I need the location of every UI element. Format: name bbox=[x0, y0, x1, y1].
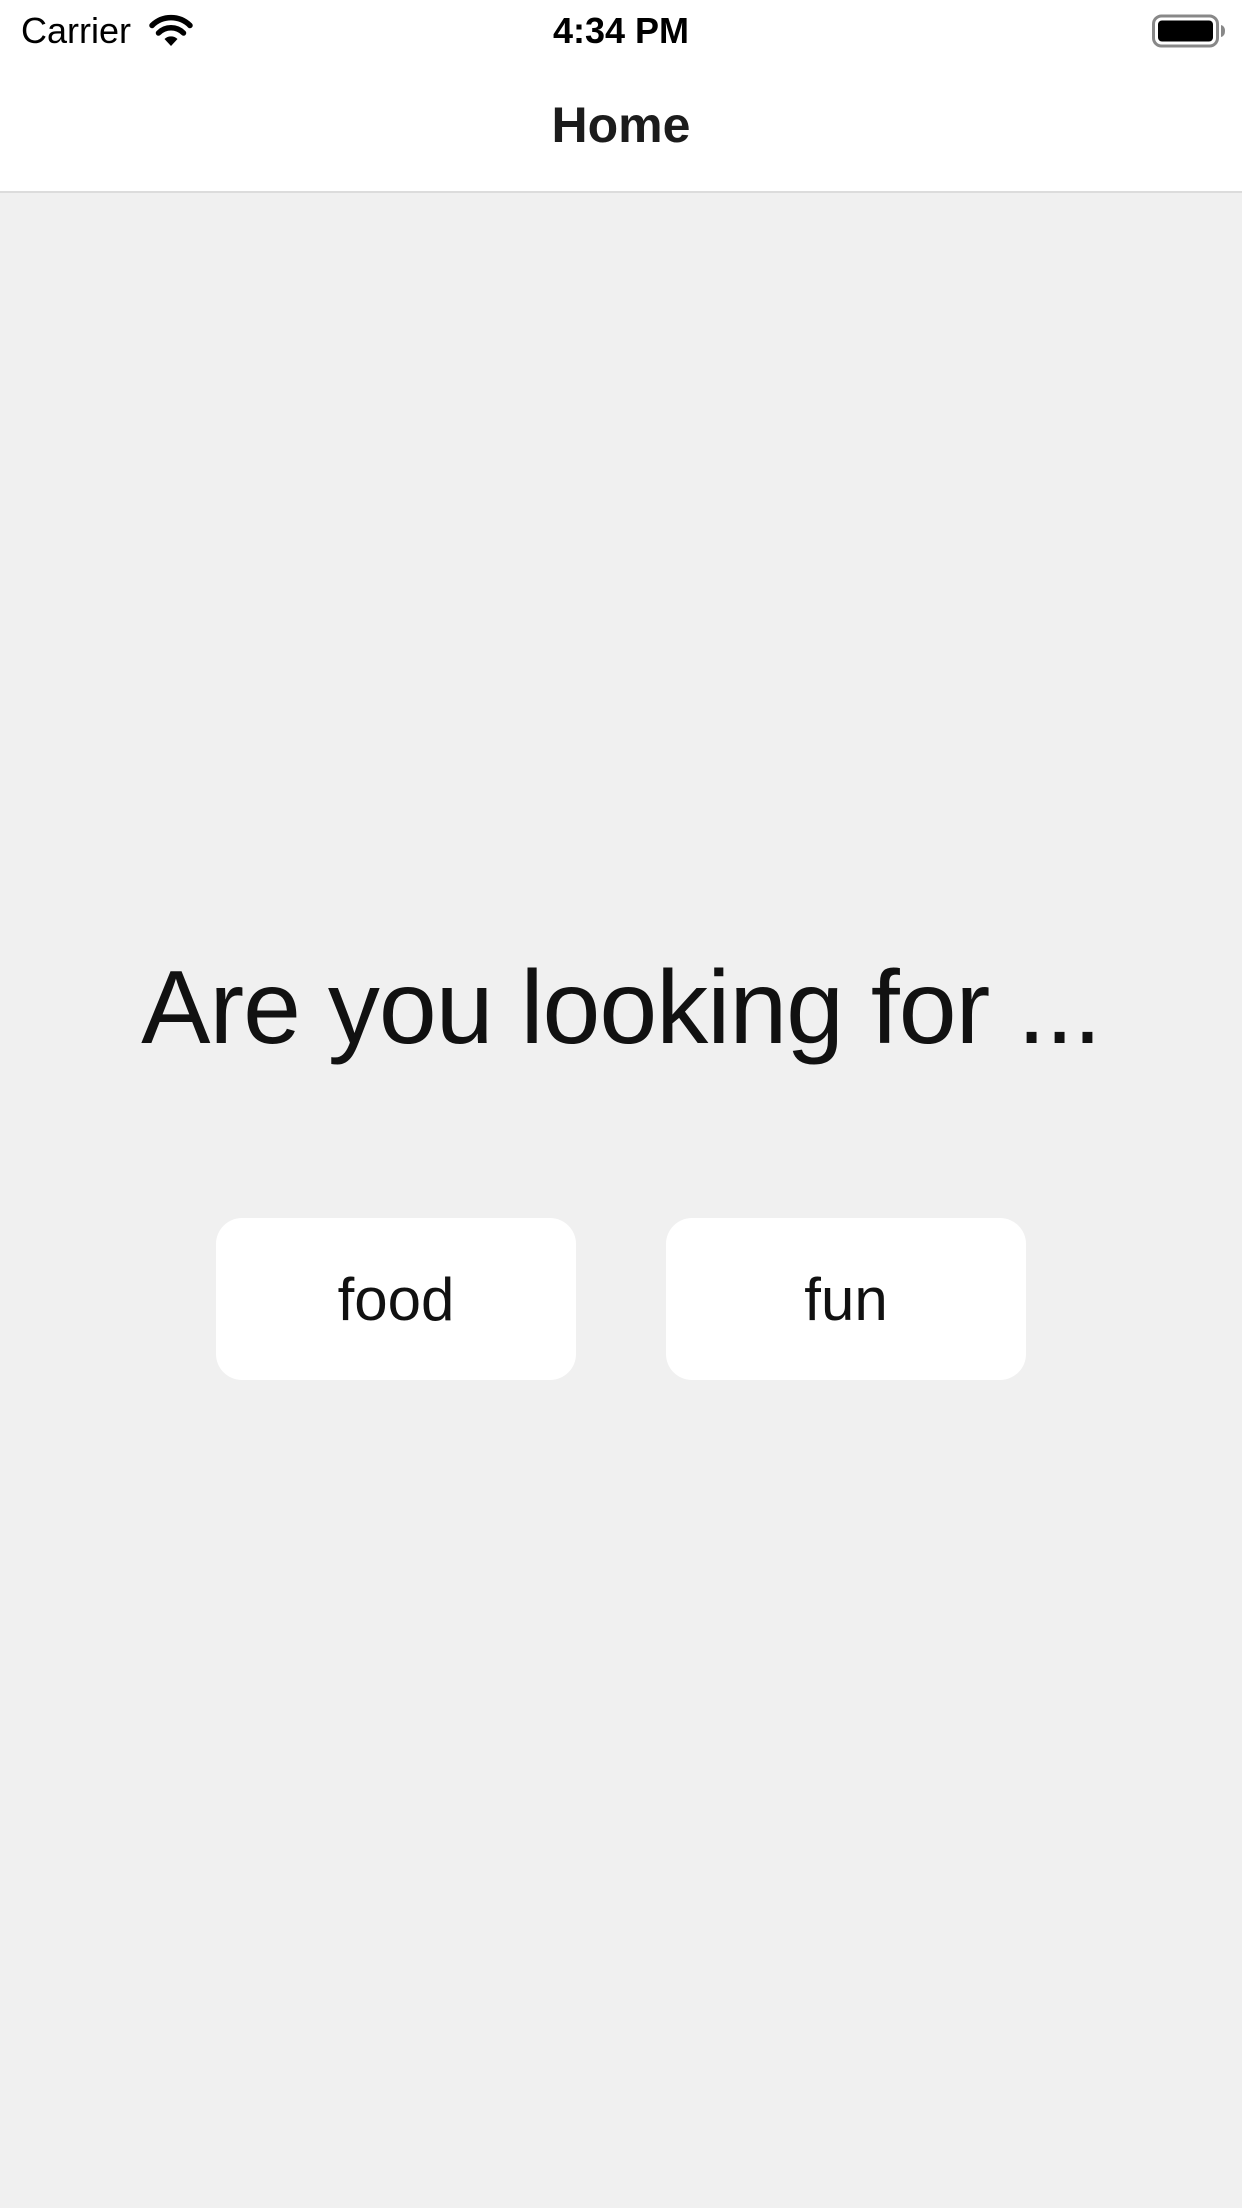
top-bar: Carrier 4:34 PM Home bbox=[0, 0, 1242, 193]
prompt-text: Are you looking for ... bbox=[141, 950, 1102, 1066]
fun-button[interactable]: fun bbox=[666, 1218, 1026, 1380]
battery-icon bbox=[1152, 14, 1225, 48]
page-title: Home bbox=[551, 97, 691, 153]
status-time: 4:34 PM bbox=[552, 10, 690, 51]
food-button[interactable]: food bbox=[216, 1218, 576, 1380]
status-bar: Carrier 4:34 PM bbox=[0, 0, 1242, 62]
